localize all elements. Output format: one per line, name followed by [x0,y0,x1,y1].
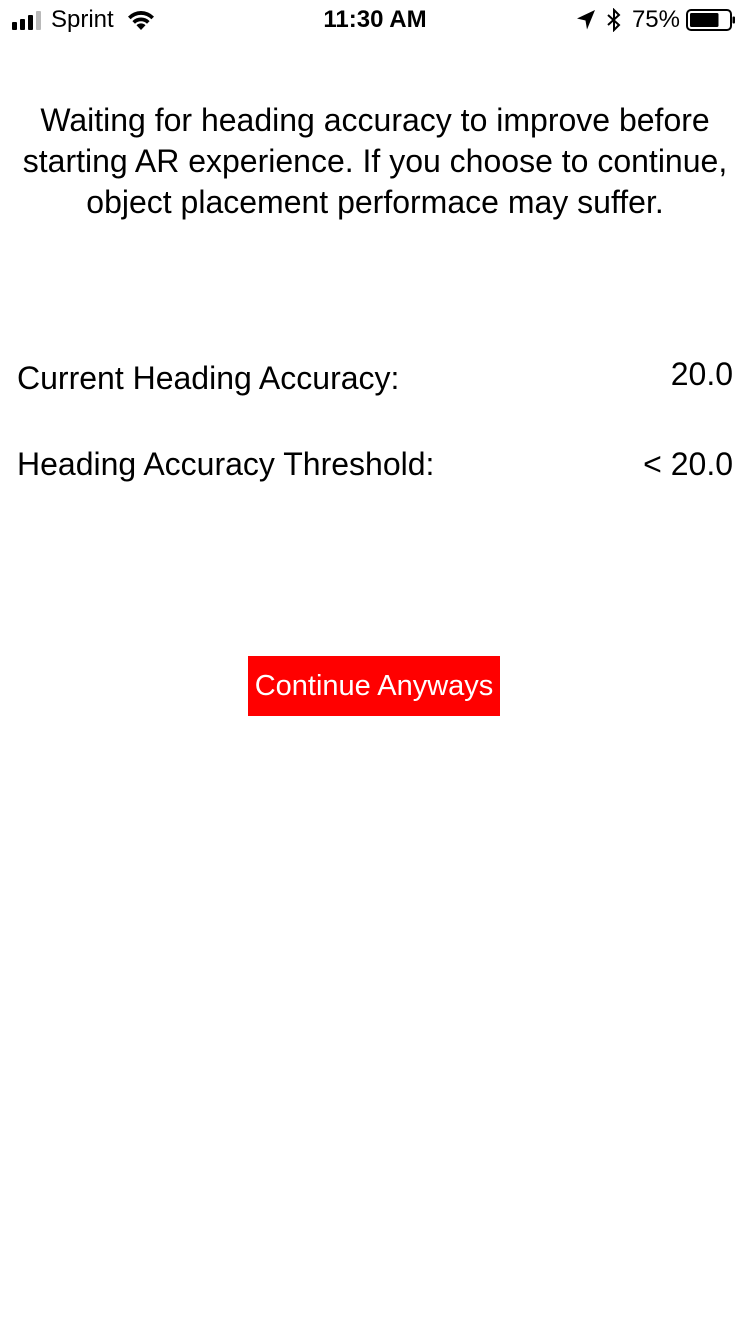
battery-icon [686,9,735,31]
battery-percentage: 75% [631,6,680,33]
current-heading-accuracy-row: Current Heading Accuracy: 20.0 [17,356,733,400]
status-bar-right: 75% [576,6,736,34]
heading-accuracy-threshold-value: < 20.0 [643,446,733,482]
heading-accuracy-message: Waiting for heading accuracy to improve … [22,102,728,220]
status-bar: Sprint 11:30 AM 75% [0,0,750,40]
heading-accuracy-threshold-row: Heading Accuracy Threshold: < 20.0 [17,442,733,486]
heading-accuracy-threshold-label: Heading Accuracy Threshold: [17,446,435,482]
current-heading-accuracy-label: Current Heading Accuracy: [17,360,400,396]
bluetooth-icon [607,8,621,32]
continue-anyways-button[interactable]: Continue Anyways [248,656,500,716]
location-arrow-icon [576,10,595,30]
current-heading-accuracy-value: 20.0 [670,356,733,392]
